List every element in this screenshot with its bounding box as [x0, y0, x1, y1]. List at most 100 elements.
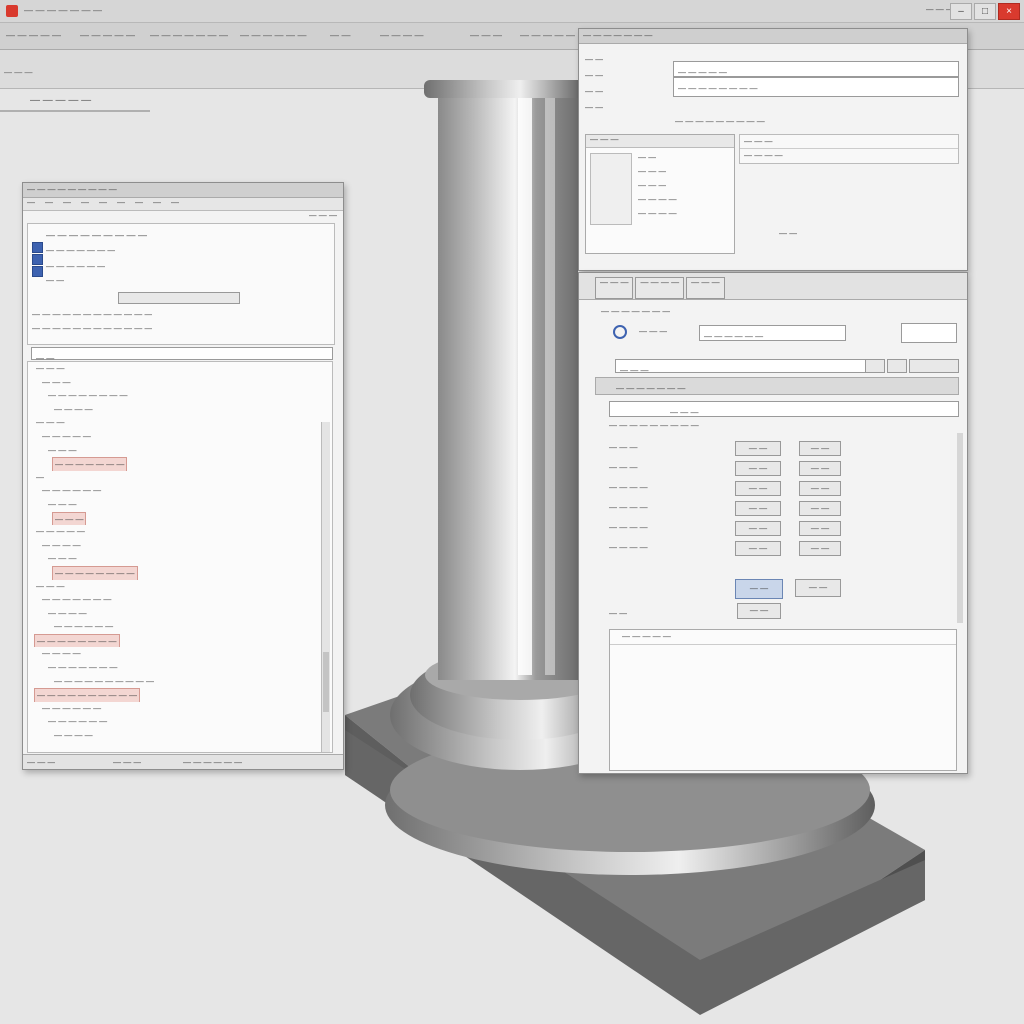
explorer-menubar: — — — — — — — — — [23, 198, 343, 211]
tree-row[interactable]: — — — [28, 444, 332, 458]
section-btn[interactable] [909, 359, 959, 373]
tree-row[interactable]: — — — — — — — — — — [28, 675, 332, 689]
tab[interactable]: — — — [686, 277, 725, 299]
menu-item[interactable]: — [81, 198, 89, 210]
tree-row[interactable]: — — — — — — [28, 715, 332, 729]
property-value-field[interactable]: — — [735, 441, 781, 456]
refresh-icon[interactable] [613, 325, 627, 339]
menu-item[interactable]: — [99, 198, 107, 210]
tree-row[interactable]: — — — — [28, 729, 332, 743]
property-extra-field[interactable]: — — [799, 441, 841, 456]
tree-row-label: — — — — — — — — [52, 565, 138, 580]
tree-row[interactable]: — — — — — — — — [28, 633, 332, 648]
tree-row[interactable]: — — — — — — — [28, 593, 332, 607]
tree-row[interactable]: — — — — [28, 647, 332, 661]
dialog-label: — — [585, 71, 604, 80]
menu-item[interactable]: — [27, 198, 35, 210]
tree-row[interactable]: — — — [28, 362, 332, 376]
group-input[interactable]: — — — [609, 401, 959, 417]
property-label: — — — — [609, 543, 648, 552]
menu-item[interactable]: — [135, 198, 143, 210]
tree-row-label: — [36, 472, 44, 482]
tree-row[interactable]: — — — — — — — [28, 661, 332, 675]
info-action-button[interactable] [118, 292, 240, 304]
tree-row-label: — — — — — — — [42, 595, 112, 605]
tree-row[interactable]: — — — [28, 580, 332, 594]
property-value-field[interactable]: — — [735, 501, 781, 516]
explorer-statusbar: — — — — — — — — — — — — [23, 754, 343, 769]
tab[interactable]: — — — [595, 277, 634, 299]
section-input[interactable]: — — — [615, 359, 867, 375]
list-item[interactable]: — — — — [638, 209, 677, 218]
menu-item[interactable]: — [117, 198, 125, 210]
ok-button[interactable]: — — [735, 579, 783, 599]
menu-item[interactable]: — [153, 198, 161, 210]
tree-row[interactable]: — — — [28, 511, 332, 526]
property-extra-field[interactable]: — — [799, 521, 841, 536]
list-item[interactable]: — — — [638, 167, 666, 176]
property-extra-field[interactable]: — — [799, 501, 841, 516]
property-value-field[interactable]: — — [735, 481, 781, 496]
lookup-side-input[interactable] [901, 323, 957, 343]
tree-row-label: — — — — — — — — — — [34, 688, 141, 702]
tree-row-label: — — — — — — — — [34, 633, 120, 648]
tree-row[interactable]: — — — — — — [28, 702, 332, 716]
status-mid: — — — [113, 758, 142, 767]
property-value-field[interactable]: — — [735, 541, 781, 556]
list-item[interactable]: — — — — [638, 195, 677, 204]
property-value-field[interactable]: — — [735, 521, 781, 536]
column-shaft [438, 90, 578, 680]
small-button[interactable]: — — [737, 603, 781, 619]
tree-scrollbar[interactable] [321, 422, 330, 752]
settings-scrollbar[interactable] [957, 433, 963, 623]
list-thumbnail [590, 153, 632, 225]
tree-row[interactable]: — — — — — [28, 430, 332, 444]
property-extra-field[interactable]: — — [799, 481, 841, 496]
column-capital [424, 80, 584, 98]
section-btn[interactable] [865, 359, 885, 373]
tree-scrollbar-thumb[interactable] [323, 652, 329, 712]
section-btn[interactable] [887, 359, 907, 373]
dialog-label: — — [585, 55, 604, 64]
tree-row[interactable]: — — — — — — [28, 620, 332, 634]
property-label: — — — — [609, 523, 648, 532]
explorer-search-input[interactable]: — — [31, 347, 333, 363]
tree-row[interactable]: — — — [28, 376, 332, 390]
list-item[interactable]: — — [638, 153, 656, 162]
list-item[interactable]: — — — [638, 181, 666, 190]
tree-row[interactable]: — — — [28, 552, 332, 566]
menu-item[interactable]: — [63, 198, 71, 210]
tree-row[interactable]: — — — — — — — — — — [28, 688, 332, 702]
tree-row[interactable]: — — — — — — — — [28, 389, 332, 403]
property-extra-field[interactable]: — — [799, 541, 841, 556]
explorer-tree: — — — — — — — — — — — — — — — — — — — — — — —… [27, 361, 333, 753]
tree-row[interactable]: — — — — — — — [28, 457, 332, 471]
name-input[interactable]: — — — — — [673, 61, 959, 77]
property-value-field[interactable]: — — [735, 461, 781, 476]
tree-row[interactable]: — — — [28, 498, 332, 512]
tree-row[interactable]: — [28, 471, 332, 485]
tree-row[interactable]: — — — — [28, 403, 332, 417]
tab[interactable]: — — — — [635, 277, 685, 299]
info-grid-row: — — — — [744, 151, 783, 160]
dialog-listbox[interactable]: — — — — — — — — — — — — — — — — — — — [585, 134, 735, 254]
cancel-button[interactable]: — — [795, 579, 841, 597]
info-line: — — — — — — — [46, 246, 116, 255]
tree-row[interactable]: — — — — — [28, 525, 332, 539]
output-list[interactable]: — — — — — [609, 629, 957, 771]
tree-row[interactable]: — — — — [28, 539, 332, 553]
menu-item[interactable]: — [171, 198, 179, 210]
lookup-input[interactable]: — — — — — — [699, 325, 846, 341]
item-icon [32, 254, 43, 265]
tree-row[interactable]: — — — — — — — — [28, 565, 332, 580]
tree-row[interactable]: — — — — — — [28, 484, 332, 498]
secondary-input[interactable]: — — — — — — — — [673, 77, 959, 97]
filter-bar: — — — — — — — [595, 377, 959, 395]
footer-label: — — [609, 609, 628, 618]
status-left: — — — [27, 758, 56, 767]
tree-row[interactable]: — — — [28, 416, 332, 430]
tree-row[interactable]: — — — — [28, 607, 332, 621]
filter-line: — — — — — — — — — — — — [32, 324, 153, 333]
menu-item[interactable]: — [45, 198, 53, 210]
property-extra-field[interactable]: — — [799, 461, 841, 476]
